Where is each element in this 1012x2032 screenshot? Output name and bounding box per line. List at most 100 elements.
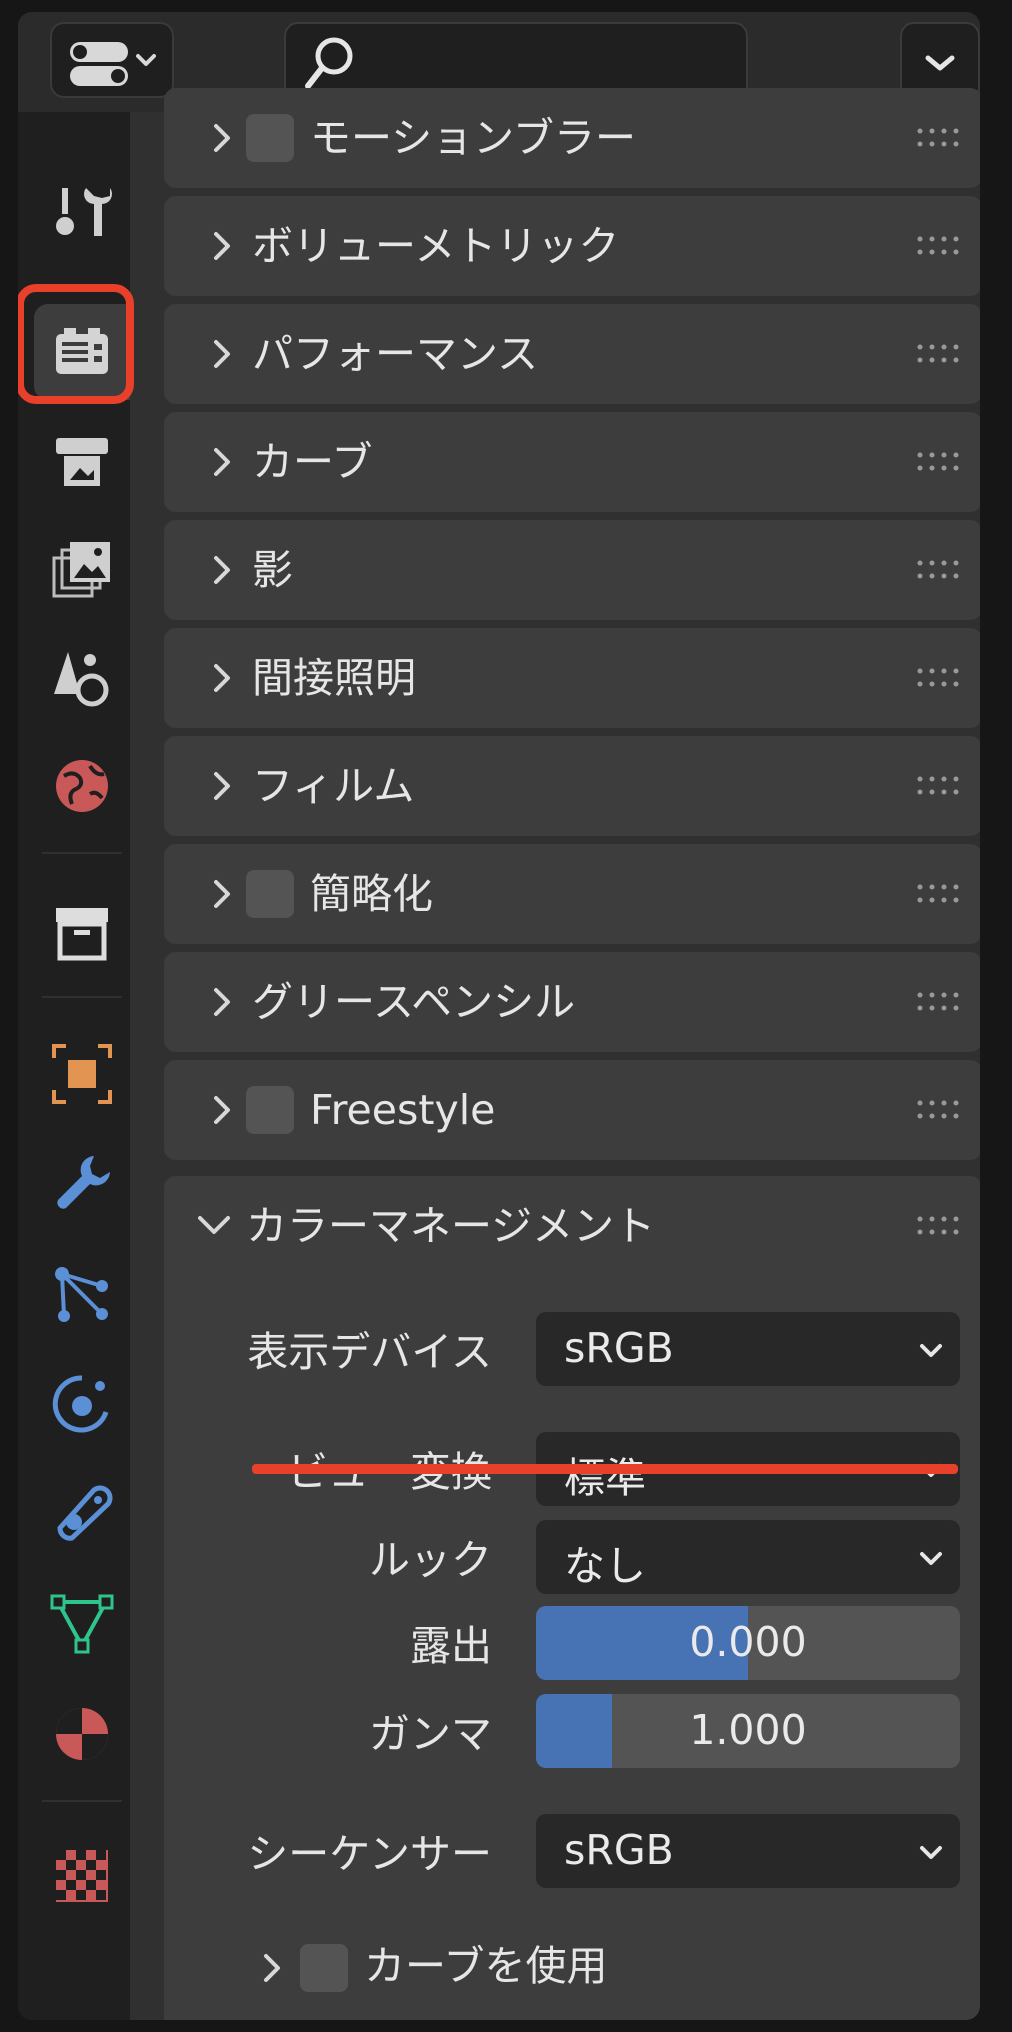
drag-handle-icon[interactable] <box>916 124 960 152</box>
drag-handle-icon[interactable] <box>916 988 960 1016</box>
world-icon <box>56 760 108 812</box>
tab-scene[interactable] <box>34 630 130 726</box>
color-management-header[interactable]: カラーマネージメント <box>164 1176 980 1276</box>
panel-header[interactable]: 影 <box>164 520 980 620</box>
panel-enable-checkbox[interactable] <box>246 1086 294 1134</box>
tab-collection[interactable] <box>34 884 130 980</box>
collection-icon <box>56 908 108 961</box>
object-icon <box>52 1044 112 1104</box>
exposure-slider[interactable]: 0.000 <box>536 1606 960 1680</box>
chevron-right-icon <box>204 1092 240 1128</box>
tab-modifiers[interactable] <box>34 1136 130 1232</box>
drag-handle-icon[interactable] <box>916 1212 960 1240</box>
material-icon <box>56 1708 108 1760</box>
tab-texture[interactable] <box>34 1828 130 1924</box>
panel-title: 簡略化 <box>310 870 433 918</box>
tab-particles[interactable] <box>34 1246 130 1342</box>
look-value: なし <box>564 1542 646 1590</box>
tab-world[interactable] <box>34 738 130 834</box>
panel-title: グリースペンシル <box>252 978 576 1026</box>
particles-icon <box>55 1267 108 1322</box>
chevron-right-icon <box>204 228 240 264</box>
panel-title: Freestyle <box>310 1086 496 1134</box>
chevron-down-icon <box>920 1344 942 1357</box>
drag-handle-icon[interactable] <box>916 556 960 584</box>
tab-physics[interactable] <box>34 1356 130 1452</box>
editor-type-button[interactable] <box>50 22 174 98</box>
tab-data[interactable] <box>34 1576 130 1672</box>
tab-separator <box>42 852 122 854</box>
wrench-icon <box>57 1156 110 1209</box>
chevron-right-icon <box>264 1954 280 1982</box>
drag-handle-icon[interactable] <box>916 664 960 692</box>
panel-title: 間接照明 <box>252 654 416 702</box>
tab-object[interactable] <box>34 1026 130 1122</box>
drag-handle-icon[interactable] <box>916 340 960 368</box>
exposure-value: 0.000 <box>689 1618 807 1666</box>
look-dropdown[interactable]: なし <box>536 1520 960 1594</box>
output-printer-icon <box>56 438 108 486</box>
panel-header[interactable]: 間接照明 <box>164 628 980 728</box>
panel-title: ボリューメトリック <box>252 222 620 270</box>
panel-title: カーブ <box>252 438 373 486</box>
tab-tool[interactable] <box>34 166 130 262</box>
drag-handle-icon[interactable] <box>916 1096 960 1124</box>
display-device-dropdown[interactable]: sRGB <box>536 1312 960 1386</box>
panel-header[interactable]: Freestyle <box>164 1060 980 1160</box>
panel-header[interactable]: フィルム <box>164 736 980 836</box>
chevron-right-icon <box>204 660 240 696</box>
panel-title: フィルム <box>252 762 415 810</box>
tab-output[interactable] <box>34 414 130 510</box>
exposure-label: 露出 <box>410 1622 492 1670</box>
properties-editor-icon <box>70 42 156 86</box>
drag-handle-icon[interactable] <box>916 448 960 476</box>
panel-enable-checkbox[interactable] <box>246 114 294 162</box>
sequencer-value: sRGB <box>564 1826 674 1874</box>
chevron-right-icon <box>204 336 240 372</box>
tool-icon <box>56 188 112 236</box>
mesh-data-icon <box>50 1594 114 1654</box>
view-layer-icon <box>52 542 110 598</box>
panel-header[interactable]: ボリューメトリック <box>164 196 980 296</box>
chevron-down-icon <box>920 1552 942 1565</box>
tab-material[interactable] <box>34 1686 130 1782</box>
panel-header[interactable]: カーブ <box>164 412 980 512</box>
tab-separator <box>42 1800 122 1802</box>
gamma-value: 1.000 <box>689 1706 807 1754</box>
drag-handle-icon[interactable] <box>916 880 960 908</box>
chevron-right-icon <box>204 120 240 156</box>
use-curves-subpanel[interactable]: カーブを使用 <box>254 1928 954 2008</box>
panel-title: モーションブラー <box>310 114 636 162</box>
render-tab-highlight <box>18 284 134 404</box>
gamma-label: ガンマ <box>369 1710 492 1758</box>
chevron-right-icon <box>204 984 240 1020</box>
panel-header[interactable]: グリースペンシル <box>164 952 980 1052</box>
chevron-right-icon <box>204 444 240 480</box>
chevron-down-icon <box>198 1216 230 1234</box>
color-management-title: カラーマネージメント <box>246 1202 656 1250</box>
drag-handle-icon[interactable] <box>916 232 960 260</box>
chevron-down-icon <box>920 1846 942 1859</box>
look-label: ルック <box>369 1536 492 1584</box>
tab-view-layer[interactable] <box>34 522 130 618</box>
sequencer-dropdown[interactable]: sRGB <box>536 1814 960 1888</box>
panel-title: パフォーマンス <box>252 330 539 378</box>
chevron-right-icon <box>204 552 240 588</box>
gamma-slider[interactable]: 1.000 <box>536 1694 960 1768</box>
drag-handle-icon[interactable] <box>916 772 960 800</box>
view-transform-value: 標準 <box>564 1454 646 1502</box>
panel-header[interactable]: パフォーマンス <box>164 304 980 404</box>
panel-header[interactable]: 簡略化 <box>164 844 980 944</box>
display-device-label: 表示デバイス <box>247 1328 492 1376</box>
panel-header[interactable]: モーションブラー <box>164 88 980 188</box>
physics-icon <box>52 1375 109 1433</box>
properties-editor: モーションブラーボリューメトリック パフォーマンス カーブ影間接照明フィルム簡略化グ… <box>18 12 980 2020</box>
render-properties-panel: モーションブラーボリューメトリック パフォーマンス カーブ影間接照明フィルム簡略化グ… <box>164 88 980 2020</box>
chevron-right-icon <box>204 876 240 912</box>
tab-constraints[interactable] <box>34 1466 130 1562</box>
panel-enable-checkbox[interactable] <box>246 870 294 918</box>
constraints-icon <box>57 1485 113 1541</box>
tab-separator <box>42 996 122 998</box>
use-curves-checkbox[interactable] <box>300 1944 348 1992</box>
view-transform-annotation-underline <box>252 1464 958 1474</box>
